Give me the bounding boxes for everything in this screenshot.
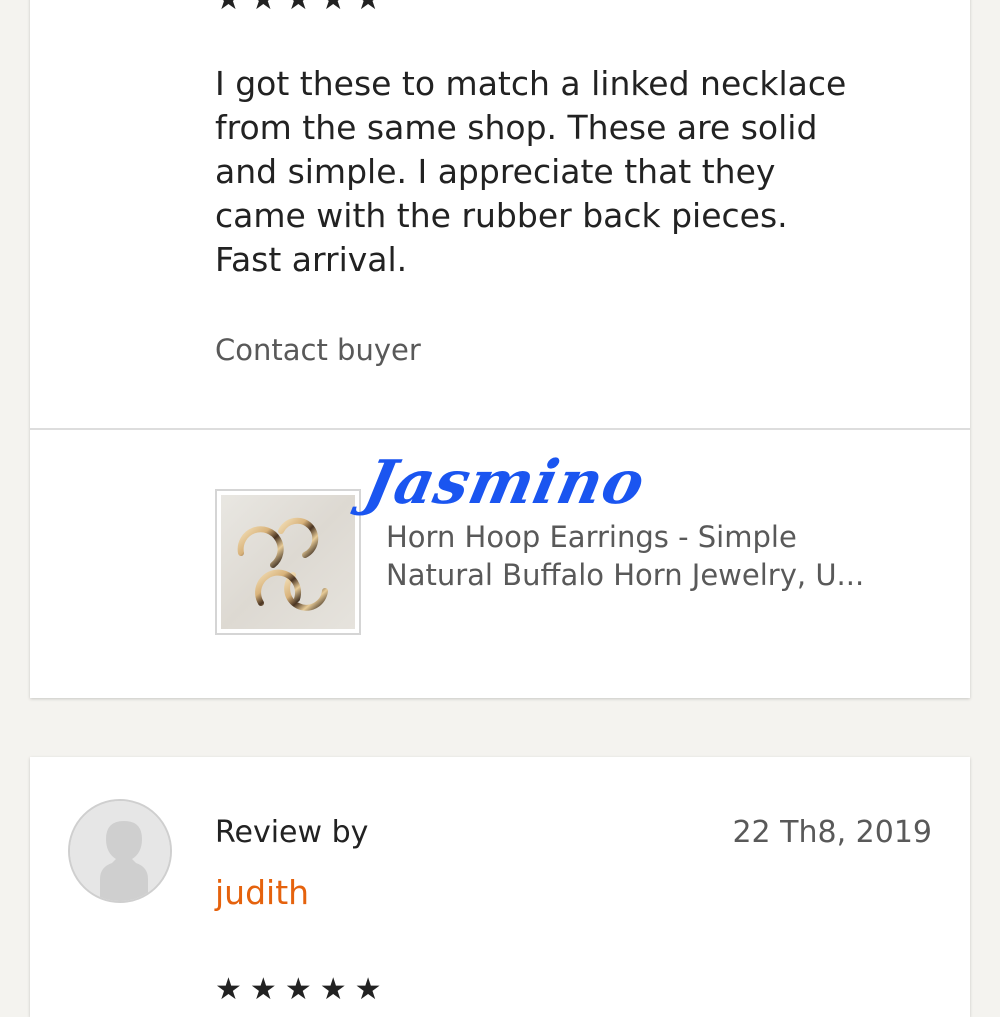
review-card: ★ ★ ★ ★ ★ I got these to match a linked … <box>30 0 970 698</box>
product-title-line: Horn Hoop Earrings - Simple <box>386 520 797 554</box>
star-icon: ★ <box>284 972 312 1007</box>
contact-buyer-link[interactable]: Contact buyer <box>215 330 421 370</box>
review-date: 22 Th8, 2019 <box>732 815 932 850</box>
star-icon: ★ <box>250 0 277 15</box>
star-icon: ★ <box>215 972 242 1007</box>
star-rating: ★ ★ ★ ★ ★ <box>215 0 382 15</box>
user-silhouette-icon <box>70 801 170 901</box>
star-icon: ★ <box>285 0 312 15</box>
divider <box>30 428 970 430</box>
product-title-link[interactable]: Horn Hoop Earrings - Simple Natural Buff… <box>386 518 946 594</box>
watermark-logo: Jasmino <box>358 448 652 518</box>
hoop-earrings-image <box>237 517 328 611</box>
review-text: I got these to match a linked necklace f… <box>215 64 847 279</box>
product-image <box>221 495 355 629</box>
star-icon: ★ <box>355 0 382 15</box>
star-icon: ★ <box>354 972 382 1007</box>
star-icon: ★ <box>319 972 347 1007</box>
star-rating: ★ ★ ★ ★ ★ <box>215 975 382 1005</box>
review-card: Review by judith 22 Th8, 2019 ★ ★ ★ ★ ★ <box>30 757 970 1017</box>
avatar[interactable] <box>68 799 172 903</box>
star-icon: ★ <box>215 0 242 15</box>
star-icon: ★ <box>320 0 347 15</box>
product-title-line: Natural Buffalo Horn Jewelry, U... <box>386 558 865 592</box>
reviewer-name-link[interactable]: judith <box>215 871 309 915</box>
review-by-label: Review by <box>215 815 369 850</box>
star-icon: ★ <box>249 972 277 1007</box>
product-thumbnail[interactable] <box>215 489 361 635</box>
